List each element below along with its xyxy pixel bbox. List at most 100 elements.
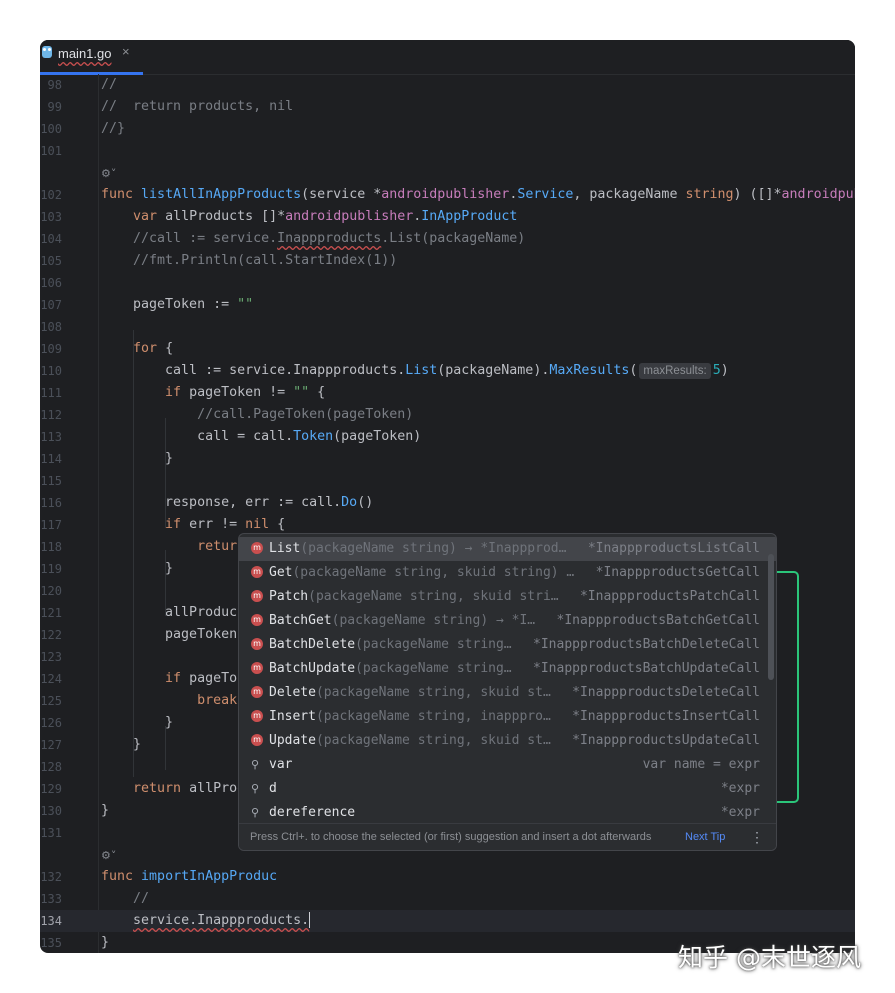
line-number: 133 (40, 892, 62, 906)
line-number: 127 (40, 738, 62, 752)
completion-item[interactable]: m BatchUpdate(packageName string… *Inapppr… (239, 657, 776, 681)
completion-item[interactable]: ⚲ dereference *expr (239, 801, 776, 825)
code-line[interactable]: 103 var allProducts []*androidpublisher.… (40, 206, 855, 228)
code-text: } (101, 451, 174, 466)
completion-item[interactable]: m BatchGet(packageName string) → *I… *Inap… (239, 609, 776, 633)
line-number: 119 (40, 562, 62, 576)
watermark: 知乎 @末世逐风 (678, 943, 861, 972)
completion-item[interactable]: ⚲ var var name = expr (239, 753, 776, 777)
line-number: 134 (40, 914, 62, 928)
code-line[interactable]: 133 // (40, 888, 855, 910)
completion-item[interactable]: m List(packageName string) → *Inappprod… *… (239, 537, 776, 561)
completion-item-type: *InappproductsInsertCall (572, 709, 760, 724)
template-icon: ⚲ (251, 782, 260, 795)
tab-main1-go[interactable]: main1.go × (40, 40, 143, 75)
code-line[interactable]: 109 for { (40, 338, 855, 360)
code-text: response, err := call.Do() (101, 495, 374, 510)
code-line[interactable]: 108 (40, 316, 855, 338)
tab-label: main1.go (58, 46, 112, 61)
code-line[interactable]: 113 call = call.Token(pageToken) (40, 426, 855, 448)
completion-popup[interactable]: ⚲ dereference *expr ⚲ d *expr ⚲ var var name = e… (238, 533, 777, 851)
completion-item-signature: (packageName string, inapppro… (315, 709, 551, 724)
code-line[interactable]: 112 //call.PageToken(pageToken) (40, 404, 855, 426)
next-tip-link[interactable]: Next Tip (685, 824, 725, 850)
completion-item-type: var name = expr (642, 757, 760, 772)
code-text: break (197, 693, 238, 708)
more-options-icon[interactable]: ⋮ (750, 824, 764, 850)
method-icon: m (251, 686, 263, 698)
method-icon: m (251, 710, 263, 722)
completion-item-type: *InappproductsBatchDeleteCall (533, 637, 760, 652)
code-text: //fmt.Println(call.StartIndex(1)) (133, 253, 398, 268)
completion-item-name: BatchUpdate(packageName string… (269, 661, 512, 676)
completion-item[interactable]: m Patch(packageName string, skuid stri… *I… (239, 585, 776, 609)
code-text: // (133, 891, 150, 906)
gutter-hint-row[interactable]: ⚙˅ (40, 162, 855, 184)
code-text: //call := service.Inappproducts.List(pac… (133, 231, 526, 246)
line-number: 128 (40, 760, 62, 774)
completion-item-name: Delete(packageName string, skuid st… (269, 685, 551, 700)
completion-item-signature: (packageName string… (355, 661, 512, 676)
code-text: func importInAppProduc (101, 869, 278, 884)
code-text: } (101, 561, 174, 576)
code-line[interactable]: 132 func importInAppProduc (40, 866, 855, 888)
line-number: 112 (40, 408, 62, 422)
completion-item-type: *InappproductsBatchGetCall (556, 613, 761, 628)
line-number: 113 (40, 430, 62, 444)
code-line[interactable]: 106 (40, 272, 855, 294)
completion-item-name: Patch(packageName string, skuid stri… (269, 589, 559, 604)
line-number: 105 (40, 254, 62, 268)
completion-item-name: d (269, 781, 277, 796)
code-line[interactable]: 99 // return products, nil (40, 96, 855, 118)
code-line[interactable]: 115 (40, 470, 855, 492)
line-number: 98 (47, 78, 62, 92)
template-icon: ⚲ (251, 806, 260, 819)
code-text: } (101, 737, 142, 752)
code-line[interactable]: 104 //call := service.Inappproducts.List… (40, 228, 855, 250)
completion-item-signature: (packageName string, skuid st… (315, 685, 551, 700)
code-line[interactable]: 98 // (40, 74, 855, 96)
completion-item[interactable]: m Update(packageName string, skuid st… *In… (239, 729, 776, 753)
code-text: // return products, nil (101, 99, 294, 114)
template-icon: ⚲ (251, 758, 260, 771)
code-line[interactable]: 114 } (40, 448, 855, 470)
line-number: 108 (40, 320, 62, 334)
completion-item[interactable]: m BatchDelete(packageName string… *Inapppr… (239, 633, 776, 657)
completion-item[interactable]: m Delete(packageName string, skuid st… *In… (239, 681, 776, 705)
code-line[interactable]: 110 call := service.Inappproducts.List(p… (40, 360, 855, 382)
code-line[interactable]: 134 service.Inappproducts. (40, 910, 855, 932)
indent-guide (165, 726, 166, 770)
code-text: //call.PageToken(pageToken) (197, 407, 414, 422)
code-text: // (101, 77, 118, 92)
completion-item-name: var (269, 757, 293, 772)
line-number: 101 (40, 144, 62, 158)
line-number: 129 (40, 782, 62, 796)
completion-item[interactable]: m Get(packageName string, skuid string) …… (239, 561, 776, 585)
ai-hint-icon[interactable]: ⚙˅ (101, 849, 116, 862)
completion-hint-text: Press Ctrl+. to choose the selected (or … (250, 831, 652, 843)
indent-guide (133, 330, 134, 777)
tab-bar: main1.go × (40, 40, 855, 75)
completion-item[interactable]: m Insert(packageName string, inapppro… *In… (239, 705, 776, 729)
close-icon[interactable]: × (122, 44, 130, 59)
code-text: } (101, 935, 110, 950)
line-number: 135 (40, 936, 62, 950)
ai-hint-icon[interactable]: ⚙˅ (101, 167, 116, 180)
code-line[interactable]: 116 response, err := call.Do() (40, 492, 855, 514)
completion-item-name: List(packageName string) → *Inappprod… (269, 541, 567, 556)
completion-item-name: dereference (269, 805, 356, 820)
code-line[interactable]: 102 func listAllInAppProducts(service *an… (40, 184, 855, 206)
completion-footer: Press Ctrl+. to choose the selected (or … (239, 823, 776, 850)
code-line[interactable]: 107 pageToken := "" (40, 294, 855, 316)
code-line[interactable]: 101 (40, 140, 855, 162)
completion-item-type: *InappproductsDeleteCall (572, 685, 760, 700)
code-line[interactable]: 105 //fmt.Println(call.StartIndex(1)) (40, 250, 855, 272)
code-line[interactable]: 111 if pageToken != "" { (40, 382, 855, 404)
gopher-icon (42, 46, 52, 58)
completion-item-signature: (packageName string, skuid stri… (308, 589, 559, 604)
scrollbar[interactable] (768, 554, 774, 680)
code-text: } (101, 715, 174, 730)
completion-item[interactable]: ⚲ d *expr (239, 777, 776, 801)
code-line[interactable]: 100 //} (40, 118, 855, 140)
method-icon: m (251, 542, 263, 554)
